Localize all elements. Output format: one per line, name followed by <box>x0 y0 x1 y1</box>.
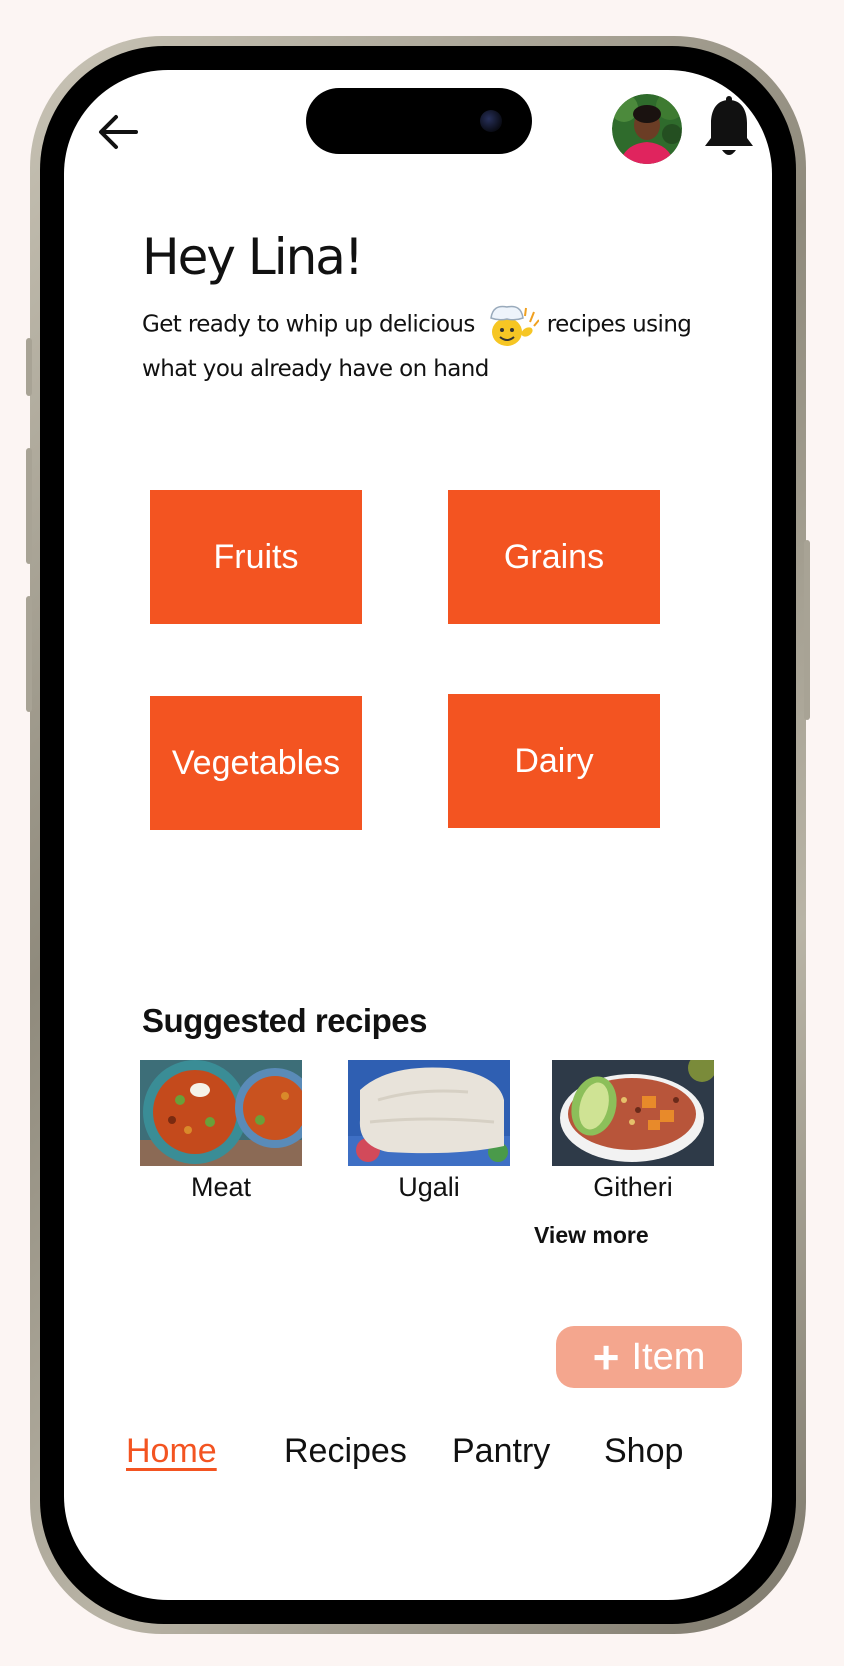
chef-emoji-icon <box>483 302 540 348</box>
recipe-name-ugali: Ugali <box>398 1172 460 1202</box>
category-dairy[interactable]: Dairy <box>448 694 660 828</box>
recipe-name-githeri: Githeri <box>593 1172 673 1202</box>
recipe-image-ugali <box>348 1060 510 1166</box>
nav-pantry[interactable]: Pantry <box>452 1432 550 1471</box>
add-item-button[interactable]: + Item <box>556 1326 742 1388</box>
recipe-card-meat[interactable]: Meat <box>140 1060 302 1203</box>
category-fruits[interactable]: Fruits <box>150 490 362 624</box>
category-vegetables[interactable]: Vegetables <box>150 696 362 830</box>
recipe-name-meat: Meat <box>190 1172 252 1202</box>
greeting-title: Hey Lina! <box>142 228 364 286</box>
arrow-left-icon[interactable] <box>94 108 142 156</box>
nav-shop[interactable]: Shop <box>604 1432 683 1471</box>
category-grains[interactable]: Grains <box>448 490 660 624</box>
app-screen: Hey Lina! Get ready to whip up delicious… <box>64 70 772 1600</box>
view-more-link[interactable]: View more <box>534 1222 649 1249</box>
phone-volume-down-button <box>26 596 32 712</box>
phone-power-button <box>804 540 810 720</box>
add-item-label: Item <box>631 1335 706 1378</box>
recipe-card-githeri[interactable]: Githeri <box>552 1060 714 1203</box>
bell-icon[interactable] <box>702 96 756 162</box>
phone-volume-up-button <box>26 448 32 564</box>
plus-icon: + <box>592 1331 620 1383</box>
nav-home[interactable]: Home <box>126 1432 217 1471</box>
recipe-image-githeri <box>552 1060 714 1166</box>
dynamic-island <box>306 88 532 154</box>
recipe-image-meat <box>140 1060 302 1166</box>
greeting-subtitle: Get ready to whip up delicious recipes u… <box>142 302 702 390</box>
recipe-card-ugali[interactable]: Ugali <box>348 1060 510 1203</box>
nav-recipes[interactable]: Recipes <box>284 1432 407 1471</box>
user-avatar[interactable] <box>612 94 682 164</box>
suggested-recipes-title: Suggested recipes <box>142 1002 427 1039</box>
greeting-subtitle-part1: Get ready to whip up delicious <box>142 311 475 338</box>
camera-icon <box>480 110 502 132</box>
phone-action-button <box>26 338 32 396</box>
